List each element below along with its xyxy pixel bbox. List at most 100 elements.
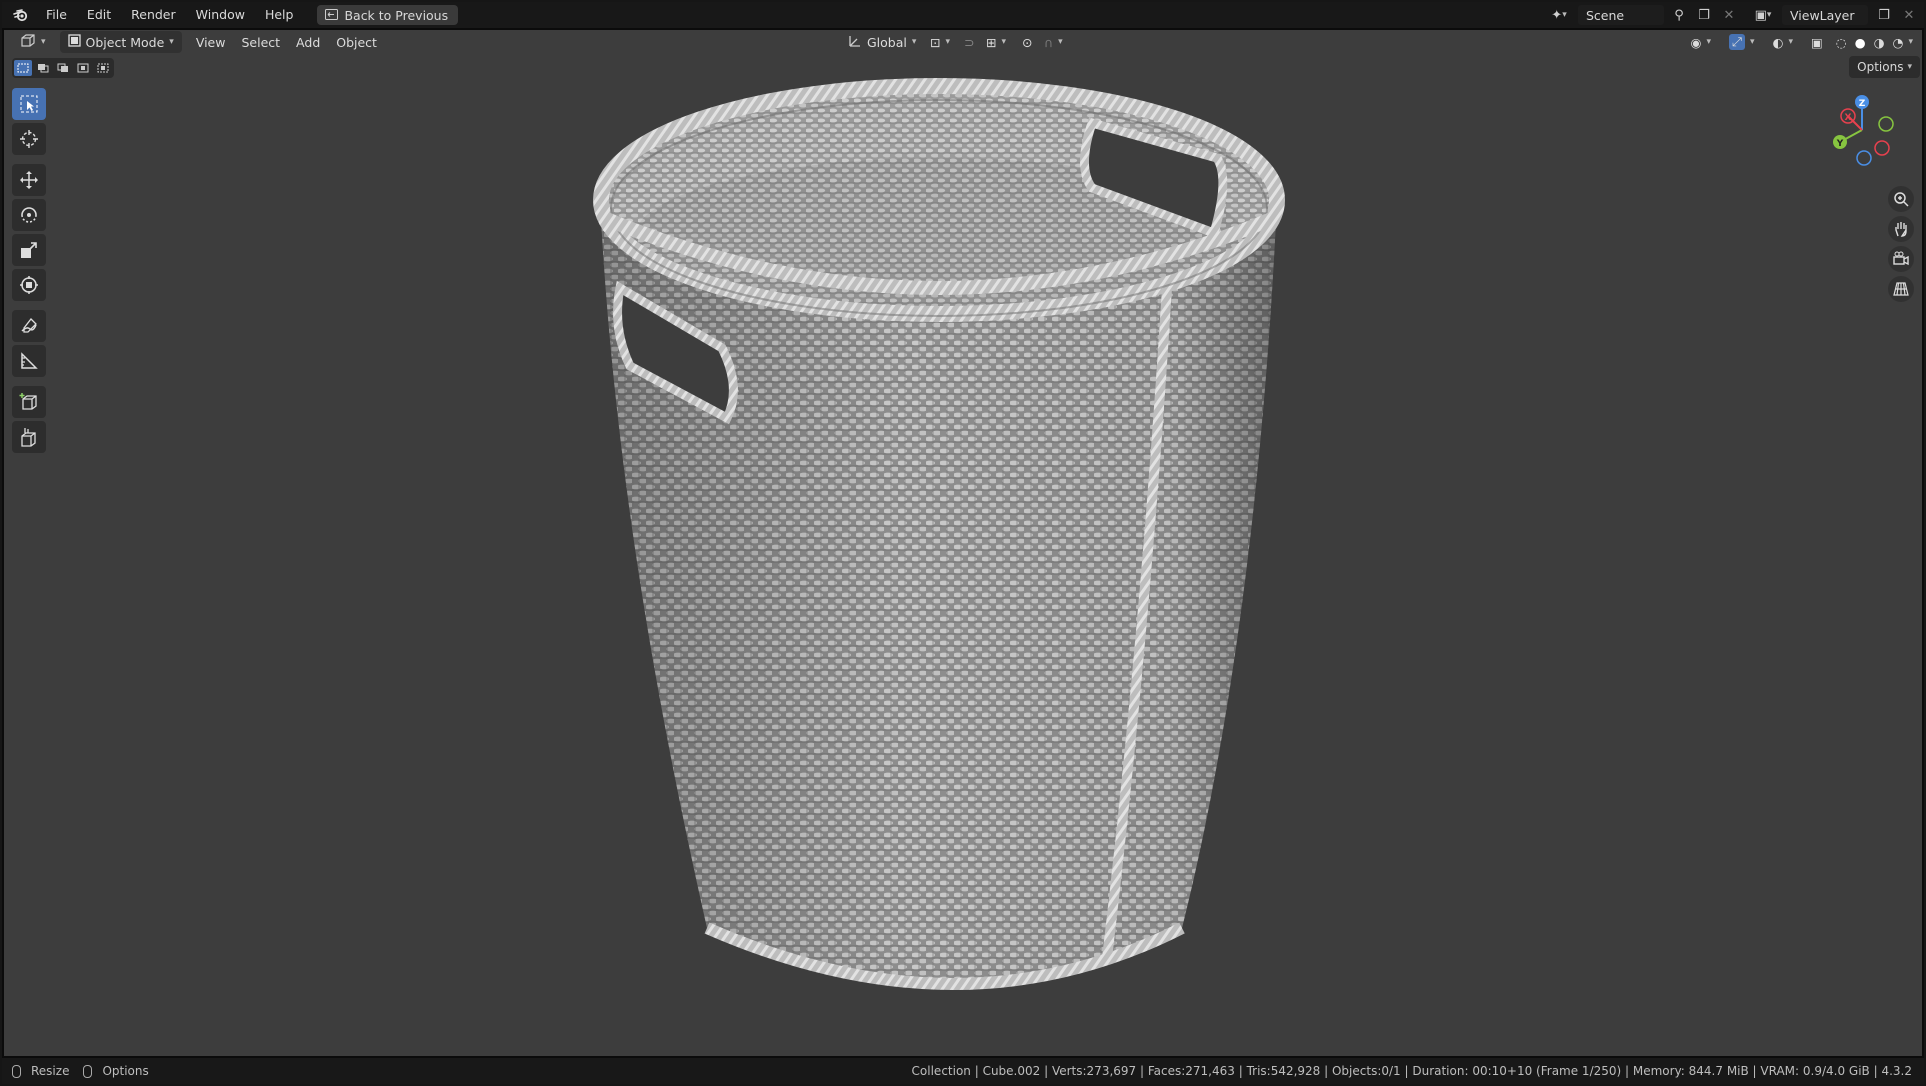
wicker-basket-model[interactable]	[2, 28, 1924, 1058]
rotate-icon	[21, 207, 37, 223]
mouse-right-icon	[83, 1064, 93, 1078]
menu-window[interactable]: Window	[186, 4, 255, 26]
visibility-dropdown[interactable]: ◉ ▾	[1683, 31, 1719, 53]
annotate-pencil-icon	[21, 318, 37, 333]
annotate-tool[interactable]	[12, 310, 46, 342]
tool-shelf	[12, 88, 48, 456]
select-box-icon	[20, 95, 38, 113]
options-hint: Options	[102, 1064, 149, 1078]
menu-edit[interactable]: Edit	[77, 4, 121, 26]
menu-view[interactable]: View	[188, 31, 234, 53]
neg-z-axis-icon	[1856, 150, 1872, 166]
view-layer-name: ViewLayer	[1790, 7, 1855, 23]
perspective-grid-icon[interactable]	[1888, 276, 1914, 302]
select-intersect-icon[interactable]	[94, 60, 112, 76]
overlays-toggle[interactable]: ◐ ▾	[1765, 31, 1801, 53]
select-box-tool[interactable]	[12, 88, 46, 120]
wireframe-shading-button[interactable]: ◌	[1833, 31, 1850, 53]
extrude-cube-icon	[21, 428, 36, 447]
selection-mode-buttons	[12, 58, 114, 78]
move-tool[interactable]	[12, 164, 46, 196]
neg-x-axis-icon	[1874, 140, 1890, 156]
pan-hand-icon[interactable]	[1888, 216, 1914, 242]
status-hints: Resize Options	[12, 1064, 149, 1078]
pin-scene-icon[interactable]: ⚲	[1670, 5, 1688, 25]
rendered-sphere-icon: ◔	[1892, 34, 1904, 50]
blender-logo-icon[interactable]	[6, 4, 36, 26]
3d-view-editor-icon	[20, 33, 36, 51]
object-mode-dropdown[interactable]: Object Mode ▾	[59, 31, 182, 53]
new-scene-icon[interactable]: ❐	[1694, 5, 1714, 25]
ruler-icon	[21, 352, 38, 369]
svg-text:Z: Z	[1859, 99, 1866, 109]
add-cube-icon	[19, 393, 37, 410]
solid-shading-button[interactable]: ●	[1852, 31, 1869, 53]
move-arrows-icon	[20, 171, 38, 189]
snap-target-dropdown[interactable]: ⊞ ▾	[978, 31, 1014, 53]
select-new-icon[interactable]	[14, 60, 32, 76]
measure-tool[interactable]	[12, 345, 46, 377]
xray-icon: ▣	[1810, 34, 1823, 50]
rotate-tool[interactable]	[12, 199, 46, 231]
menu-object[interactable]: Object	[328, 31, 385, 53]
menu-select[interactable]: Select	[233, 31, 288, 53]
select-subtract-icon[interactable]	[54, 60, 72, 76]
menu-add[interactable]: Add	[288, 31, 328, 53]
chevron-down-icon: ▾	[1907, 62, 1912, 72]
scene-name-field[interactable]: Scene	[1578, 5, 1664, 25]
falloff-dropdown[interactable]: ∩ ▾	[1036, 31, 1071, 53]
options-label: Options	[1857, 60, 1904, 74]
select-extend-icon[interactable]	[34, 60, 52, 76]
menu-file[interactable]: File	[36, 4, 77, 26]
xray-toggle[interactable]: ▣	[1803, 31, 1831, 53]
options-dropdown[interactable]: Options ▾	[1849, 56, 1920, 78]
object-mode-icon	[67, 34, 81, 50]
transform-tool[interactable]	[12, 269, 46, 301]
magnet-icon: ⊃	[964, 34, 975, 50]
back-to-previous-label: Back to Previous	[344, 7, 449, 23]
back-to-previous-button[interactable]: Back to Previous	[317, 5, 459, 25]
extrude-tool[interactable]	[12, 421, 46, 453]
view-layer-field[interactable]: ViewLayer	[1782, 5, 1868, 25]
gizmo-toggle[interactable]: ⤢ ▾	[1721, 31, 1763, 53]
transform-icon	[20, 276, 38, 294]
cursor-icon	[20, 130, 38, 148]
transform-orientation-dropdown[interactable]: Global ▾	[840, 31, 924, 53]
select-invert-icon[interactable]	[74, 60, 92, 76]
zoom-icon[interactable]	[1888, 186, 1914, 212]
scale-tool[interactable]	[12, 234, 46, 266]
scale-icon	[21, 242, 37, 258]
pivot-point-dropdown[interactable]: ⊡ ▾	[922, 31, 958, 53]
add-cube-tool[interactable]	[12, 386, 46, 418]
delete-scene-icon[interactable]: ✕	[1720, 5, 1738, 25]
delete-view-layer-icon[interactable]: ✕	[1900, 5, 1918, 25]
cursor-tool[interactable]	[12, 123, 46, 155]
view-layer-type-icon[interactable]: ▣ ▾	[1750, 5, 1776, 25]
menu-render[interactable]: Render	[121, 4, 186, 26]
material-shading-button[interactable]: ◑	[1871, 31, 1888, 53]
snap-increment-icon: ⊞	[986, 34, 997, 50]
chevron-down-icon: ▾	[169, 37, 174, 47]
scene-selector-area: ✦ ▾ Scene ⚲ ❐ ✕ ▣ ▾ ViewLayer ❐ ✕	[1546, 2, 1918, 28]
mouse-left-icon	[12, 1064, 21, 1078]
scene-type-icon[interactable]: ✦ ▾	[1546, 5, 1572, 25]
orientation-label: Global	[867, 34, 907, 50]
menu-help[interactable]: Help	[255, 4, 304, 26]
object-mode-label: Object Mode	[85, 34, 165, 50]
gizmo-icon: ⤢	[1728, 34, 1745, 50]
proportional-editing-icon: ⊙	[1022, 34, 1033, 50]
pivot-point-icon: ⊡	[930, 34, 941, 50]
scene-statistics: Collection | Cube.002 | Verts:273,697 | …	[911, 1064, 1912, 1078]
status-bar: Resize Options Collection | Cube.002 | V…	[2, 1058, 1924, 1084]
new-view-layer-icon[interactable]: ❐	[1874, 5, 1894, 25]
camera-view-icon[interactable]	[1888, 246, 1914, 272]
wireframe-sphere-icon: ◌	[1835, 34, 1847, 50]
viewport-header: ▾ Object Mode ▾ View Select Add Object G…	[2, 28, 1924, 56]
navigation-gizmo[interactable]: Z Y X	[1822, 90, 1902, 170]
editor-type-button[interactable]: ▾	[12, 31, 54, 53]
material-sphere-icon: ◑	[1873, 34, 1885, 50]
neg-y-axis-icon	[1878, 116, 1894, 132]
3d-viewport[interactable]: ▾ Object Mode ▾ View Select Add Object G…	[2, 28, 1924, 1058]
rendered-shading-button[interactable]: ◔ ▾	[1890, 31, 1916, 53]
orientation-axes-icon	[848, 34, 862, 51]
